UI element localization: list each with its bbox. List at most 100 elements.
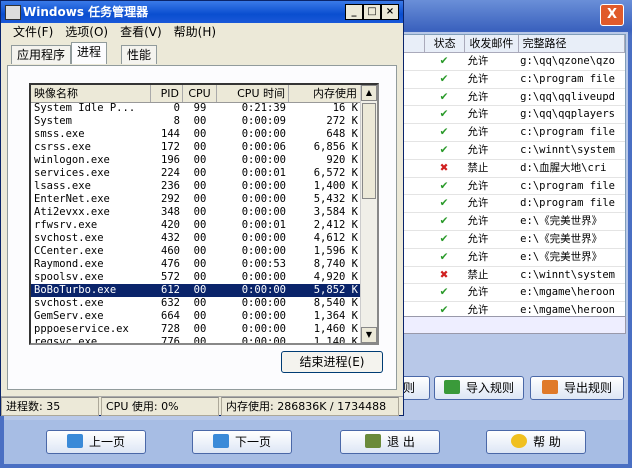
col-mem-usage[interactable]: 内存使用 <box>289 85 361 102</box>
scroll-down-icon[interactable]: ▼ <box>361 327 377 343</box>
proc-cpu: 00 <box>193 141 207 153</box>
rules-button-label: 则 <box>402 381 415 395</box>
tab-performance[interactable]: 性能 <box>121 45 158 64</box>
table-row[interactable]: regsvc.exe 776 00 0:00:00 1,140 K <box>31 336 361 345</box>
proc-pid: 776 <box>161 336 180 345</box>
process-list-header: 映像名称 PID CPU CPU 时间 内存使用 <box>31 85 361 103</box>
rule-row[interactable]: ✔ 允许 d:\program file <box>401 195 625 214</box>
proc-cpu-time: 0:00:00 <box>241 323 286 335</box>
exit-button[interactable]: 退 出 <box>340 430 440 454</box>
proc-name: CCenter.exe <box>34 245 104 257</box>
prev-page-button[interactable]: 上一页 <box>46 430 146 454</box>
task-manager-window: Windows 任务管理器 _ □ × 文件(F) 选项(O) 查看(V) 帮助… <box>0 0 404 416</box>
rule-row[interactable]: ✔ 允许 e:\《完美世界》 <box>401 231 625 249</box>
rule-row[interactable]: ✔ 允许 c:\program file <box>401 124 625 142</box>
table-row[interactable]: csrss.exe 172 00 0:00:06 6,856 K <box>31 141 361 154</box>
table-row[interactable]: GemServ.exe 664 00 0:00:00 1,364 K <box>31 310 361 323</box>
col-cpu-time[interactable]: CPU 时间 <box>217 85 289 102</box>
col-image-name[interactable]: 映像名称 <box>31 85 151 102</box>
table-row[interactable]: svchost.exe 632 00 0:00:00 8,540 K <box>31 297 361 310</box>
table-row[interactable]: EnterNet.exe 292 00 0:00:00 5,432 K <box>31 193 361 206</box>
help-label: 帮 助 <box>533 435 561 449</box>
end-process-button[interactable]: 结束进程(E) <box>281 351 383 373</box>
table-row[interactable]: Raymond.exe 476 00 0:00:53 8,740 K <box>31 258 361 271</box>
menu-options[interactable]: 选项(O) <box>59 23 114 41</box>
proc-cpu-time: 0:00:00 <box>241 336 286 345</box>
process-list-scrollbar[interactable]: ▲ ▼ <box>360 85 377 343</box>
table-row[interactable]: rfwsrv.exe 420 00 0:00:01 2,412 K <box>31 219 361 232</box>
proc-mem: 272 K <box>326 115 358 127</box>
minimize-button[interactable]: _ <box>345 4 363 20</box>
table-row[interactable]: svchost.exe 432 00 0:00:00 4,612 K <box>31 232 361 245</box>
close-button[interactable]: X <box>600 4 624 26</box>
close-window-button[interactable]: × <box>381 4 399 20</box>
rules-rows: ✔ 允许 g:\qq\qzone\qzo ✔ 允许 c:\program file ✔ 允许 g… <box>401 53 625 320</box>
table-row[interactable]: lsass.exe 236 00 0:00:00 1,400 K <box>31 180 361 193</box>
table-row[interactable]: CCenter.exe 460 00 0:00:00 1,596 K <box>31 245 361 258</box>
menu-view[interactable]: 查看(V) <box>114 23 168 41</box>
rule-row[interactable]: ✔ 允许 e:\mgame\heroon <box>401 284 625 303</box>
menu-file[interactable]: 文件(F) <box>7 23 59 41</box>
exit-label: 退 出 <box>387 435 415 449</box>
rule-row[interactable]: ✔ 允许 c:\program file <box>401 71 625 89</box>
table-row[interactable]: winlogon.exe 196 00 0:00:00 920 K <box>31 154 361 167</box>
proc-pid: 224 <box>161 167 180 179</box>
rule-row[interactable]: ✖ 禁止 d:\血腥大地\cri <box>401 160 625 178</box>
task-manager-icon <box>5 5 21 20</box>
rule-row[interactable]: ✔ 允许 e:\《完美世界》 <box>401 213 625 231</box>
rules-grid[interactable]: 状态 收发邮件 完整路径 ✔ 允许 g:\qq\qzone\qzo ✔ 允许 c:\pro… <box>400 34 626 334</box>
proc-name: System Idle P... <box>34 102 136 114</box>
tab-processes[interactable]: 进程 <box>71 42 108 64</box>
process-rows: System Idle P... 0 99 0:21:39 16 K System 8 00 0… <box>31 102 361 345</box>
rule-row[interactable]: ✖ 禁止 c:\winnt\system <box>401 267 625 285</box>
title-bar[interactable]: Windows 任务管理器 _ □ × <box>1 1 403 23</box>
status-bar: 进程数: 35 CPU 使用: 0% 内存使用: 286836K / 17344… <box>1 396 403 416</box>
rule-row[interactable]: ✔ 允许 c:\winnt\system <box>401 142 625 160</box>
proc-cpu: 00 <box>193 232 207 244</box>
proc-cpu: 00 <box>193 258 207 270</box>
menu-help[interactable]: 帮助(H) <box>168 23 222 41</box>
rule-row[interactable]: ✔ 允许 g:\qq\qqplayers <box>401 106 625 125</box>
table-row[interactable]: pppoeservice.ex 728 00 0:00:00 1,460 K <box>31 323 361 336</box>
proc-cpu-time: 0:00:53 <box>241 258 286 270</box>
table-row[interactable]: System 8 00 0:00:09 272 K <box>31 115 361 128</box>
next-page-button[interactable]: 下一页 <box>192 430 292 454</box>
proc-name: pppoeservice.ex <box>34 323 129 335</box>
proc-mem: 8,740 K <box>313 258 358 270</box>
table-row[interactable]: Ati2evxx.exe 348 00 0:00:00 3,584 K <box>31 206 361 219</box>
col-pid[interactable]: PID <box>151 85 183 102</box>
proc-cpu-time: 0:00:00 <box>241 193 286 205</box>
proc-cpu: 00 <box>193 193 207 205</box>
import-rules-button[interactable]: 导入规则 <box>434 376 524 400</box>
rule-row[interactable]: ✔ 允许 c:\program file <box>401 178 625 196</box>
rules-hscrollbar[interactable] <box>400 316 626 334</box>
rule-mail: 允许 <box>467 197 489 210</box>
proc-cpu-time: 0:00:00 <box>241 206 286 218</box>
proc-cpu-time: 0:00:00 <box>241 310 286 322</box>
col-cpu[interactable]: CPU <box>183 85 217 102</box>
header-status[interactable]: 状态 <box>425 35 466 52</box>
rule-row[interactable]: ✔ 允许 e:\《完美世界》 <box>401 249 625 267</box>
header-mail[interactable]: 收发邮件 <box>465 35 519 52</box>
tab-applications[interactable]: 应用程序 <box>11 45 72 64</box>
proc-name: System <box>34 115 72 127</box>
rule-row[interactable]: ✔ 允许 g:\qq\qzone\qzo <box>401 53 625 71</box>
proc-cpu-time: 0:21:39 <box>241 102 286 114</box>
table-row[interactable]: services.exe 224 00 0:00:01 6,572 K <box>31 167 361 180</box>
table-row[interactable]: BoBoTurbo.exe 612 00 0:00:00 5,852 K <box>31 284 361 297</box>
export-rules-button[interactable]: 导出规则 <box>530 376 624 400</box>
table-row[interactable]: smss.exe 144 00 0:00:00 648 K <box>31 128 361 141</box>
scroll-thumb[interactable] <box>362 103 376 199</box>
table-row[interactable]: spoolsv.exe 572 00 0:00:00 4,920 K <box>31 271 361 284</box>
table-row[interactable]: System Idle P... 0 99 0:21:39 16 K <box>31 102 361 115</box>
proc-mem: 1,140 K <box>313 336 358 345</box>
check-icon: ✔ <box>439 179 449 192</box>
maximize-button[interactable]: □ <box>363 4 381 20</box>
rule-path: c:\program file <box>520 126 615 139</box>
rule-row[interactable]: ✔ 允许 g:\qq\qqliveupd <box>401 89 625 107</box>
process-list[interactable]: 映像名称 PID CPU CPU 时间 内存使用 System Idle P..… <box>29 83 379 345</box>
check-icon: ✔ <box>439 143 449 156</box>
header-path[interactable]: 完整路径 <box>519 35 625 52</box>
help-button[interactable]: 帮 助 <box>486 430 586 454</box>
scroll-up-icon[interactable]: ▲ <box>361 85 377 101</box>
